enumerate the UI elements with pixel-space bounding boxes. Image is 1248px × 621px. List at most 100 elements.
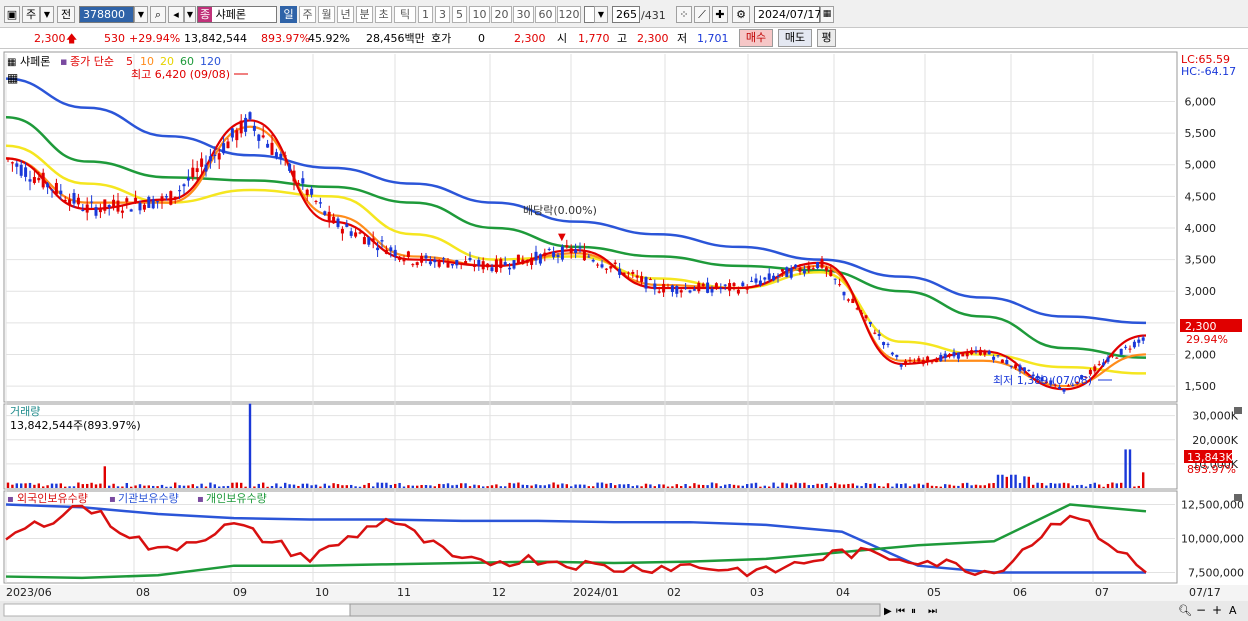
layout-icon[interactable]: ▣ <box>4 6 20 23</box>
volume-bar <box>1058 483 1061 488</box>
volume-bar <box>1049 482 1052 488</box>
volume-bar <box>398 482 401 488</box>
search-icon[interactable]: ⌕ <box>150 6 166 23</box>
candle-body <box>899 364 903 367</box>
gear-icon[interactable]: ⚙ <box>732 6 750 23</box>
candle-body <box>248 112 252 120</box>
candle-body <box>1119 348 1123 355</box>
price-tick-label: 5,000 <box>1185 159 1217 172</box>
candle-body <box>323 211 327 215</box>
period-second[interactable]: 초 <box>375 6 392 23</box>
type-select[interactable]: 전 <box>57 6 75 23</box>
code-dropdown-icon[interactable]: ▼ <box>134 6 148 23</box>
candle-body <box>182 184 186 187</box>
holdings-close-icon[interactable] <box>1234 494 1242 501</box>
volume-bar <box>429 485 432 488</box>
sell-button[interactable]: 매도 <box>778 29 812 47</box>
volume-bar <box>196 486 199 488</box>
stock-name-field[interactable]: 종 샤페론 <box>197 6 277 23</box>
x-tick-label: 07/17 <box>1189 586 1221 599</box>
period-week[interactable]: 주 <box>299 6 316 23</box>
volume-bar <box>218 486 221 488</box>
volume-bar <box>1005 476 1008 488</box>
candle-body <box>657 291 661 293</box>
draw-line-icon[interactable]: ⟋ <box>694 6 710 23</box>
candle-body <box>591 259 595 262</box>
count-input[interactable]: 265 <box>612 6 640 23</box>
candle-body <box>389 247 393 251</box>
scroll-thumb[interactable] <box>349 603 881 617</box>
calendar-icon[interactable]: ▦ <box>820 6 834 23</box>
volume-bar <box>970 485 973 488</box>
interval-3[interactable]: 3 <box>435 6 450 23</box>
period-day[interactable]: 일 <box>280 6 297 23</box>
candle-body <box>116 200 120 212</box>
candle-body <box>983 351 987 355</box>
volume-bar <box>235 482 238 488</box>
candle-body <box>789 268 793 278</box>
period-month[interactable]: 월 <box>318 6 335 23</box>
interval-1[interactable]: 1 <box>418 6 433 23</box>
custom-interval-dropdown-icon[interactable]: ▼ <box>594 6 608 23</box>
volume-bar <box>618 484 621 488</box>
interval-60[interactable]: 60 <box>535 6 556 23</box>
candle-body <box>142 204 146 210</box>
candle-body <box>125 198 129 202</box>
scroll-right-icon[interactable]: ▶ <box>884 606 892 617</box>
volume-bar <box>640 486 643 488</box>
x-tick-label: 06 <box>1013 586 1027 599</box>
candle-body <box>750 280 754 282</box>
volume-close-icon[interactable] <box>1234 407 1242 414</box>
volume-bar <box>825 482 828 488</box>
calendar-toggle-icon[interactable]: ▦ <box>7 71 18 85</box>
volume-bar <box>658 484 661 488</box>
legend-menu-icon[interactable]: ▦ <box>7 57 16 68</box>
text-size-icon[interactable]: A <box>1229 604 1237 617</box>
candle-body <box>103 199 107 211</box>
crosshair-icon[interactable]: ✚ <box>712 6 728 23</box>
dividend-marker-icon: ▼ <box>558 232 566 243</box>
zoom-in-icon[interactable]: + <box>1212 603 1222 617</box>
candle-body <box>358 232 362 234</box>
volume-bar <box>996 474 1000 488</box>
market-select[interactable]: 주 <box>22 6 40 23</box>
chevron-down-icon[interactable]: ▼ <box>40 6 54 23</box>
candle-body <box>345 223 349 227</box>
period-year[interactable]: 년 <box>337 6 354 23</box>
period-minute[interactable]: 분 <box>356 6 373 23</box>
volume-bar <box>1071 485 1074 488</box>
legend-stock-name: 샤페론 <box>20 55 50 68</box>
grid-icon[interactable]: ⁘ <box>676 6 692 23</box>
period-tick[interactable]: 틱 <box>394 6 416 23</box>
interval-20[interactable]: 20 <box>491 6 512 23</box>
speaker-icon[interactable]: ◂ <box>168 6 184 23</box>
avg-button[interactable]: 평 <box>817 29 836 47</box>
interval-5[interactable]: 5 <box>452 6 467 23</box>
volume-bar <box>354 486 357 488</box>
volume-bar <box>394 483 397 488</box>
candle-body <box>974 350 978 352</box>
candle-body <box>239 120 243 134</box>
candle-body <box>450 263 454 266</box>
zoom-out-icon[interactable]: − <box>1196 603 1206 617</box>
buy-button[interactable]: 매수 <box>739 29 773 47</box>
code-input[interactable]: 378800 <box>79 6 134 23</box>
interval-30[interactable]: 30 <box>513 6 534 23</box>
candle-body <box>1128 348 1132 350</box>
candle-body <box>508 267 512 270</box>
interval-10[interactable]: 10 <box>469 6 490 23</box>
speaker-dropdown-icon[interactable]: ▼ <box>184 6 196 23</box>
scroll-pause-icon[interactable]: ⏸ <box>911 606 916 617</box>
volume-bar <box>913 484 916 488</box>
candle-body <box>596 264 600 266</box>
candle-body <box>169 191 173 205</box>
date-input[interactable]: 2024/07/17 <box>754 6 821 23</box>
volume-bar <box>1089 483 1092 488</box>
scroll-next-icon[interactable]: ⏭ <box>928 606 937 617</box>
volume-bar <box>961 483 964 488</box>
scroll-prev-icon[interactable]: ⏮ <box>896 606 905 617</box>
zoom-icon[interactable]: 🔍︎ <box>1178 604 1192 617</box>
volume-bar <box>851 483 854 488</box>
interval-120[interactable]: 120 <box>557 6 581 23</box>
volume-bar <box>974 484 978 488</box>
